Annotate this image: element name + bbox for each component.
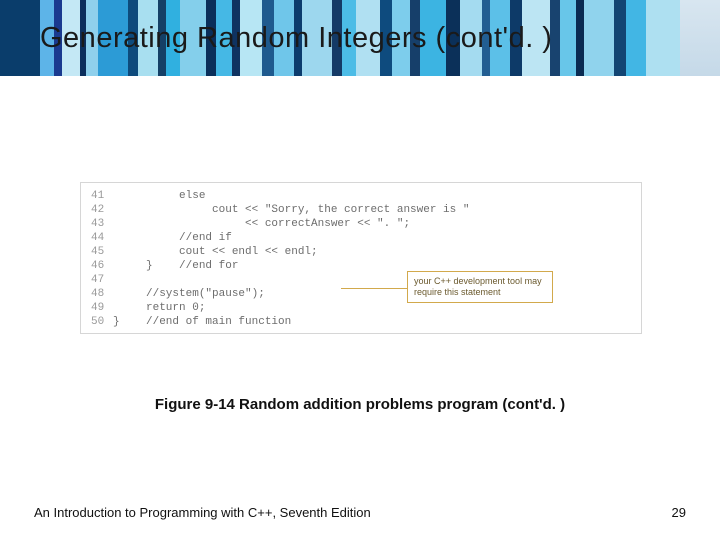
code-line: 44 //end if: [91, 231, 631, 245]
code-line: 42 cout << "Sorry, the correct answer is…: [91, 203, 631, 217]
figure-caption: Figure 9-14 Random addition problems pro…: [0, 396, 720, 413]
title-wrap: Generating Random Integers (cont'd. ): [40, 22, 680, 55]
callout-box: your C++ development tool may require th…: [407, 271, 553, 303]
slide-title: Generating Random Integers (cont'd. ): [40, 22, 680, 55]
footer-text: An Introduction to Programming with C++,…: [34, 505, 371, 520]
callout-connector: [341, 288, 407, 289]
page-number: 29: [672, 505, 686, 520]
code-line: 49 return 0;: [91, 301, 631, 315]
code-panel: 41 else 42 cout << "Sorry, the correct a…: [80, 182, 642, 334]
code-line: 50} //end of main function: [91, 315, 631, 329]
title-banner: Generating Random Integers (cont'd. ): [0, 0, 720, 76]
code-inner: 41 else 42 cout << "Sorry, the correct a…: [81, 183, 641, 335]
code-line: 43 << correctAnswer << ". ";: [91, 217, 631, 231]
code-line: 45 cout << endl << endl;: [91, 245, 631, 259]
code-line: 41 else: [91, 189, 631, 203]
